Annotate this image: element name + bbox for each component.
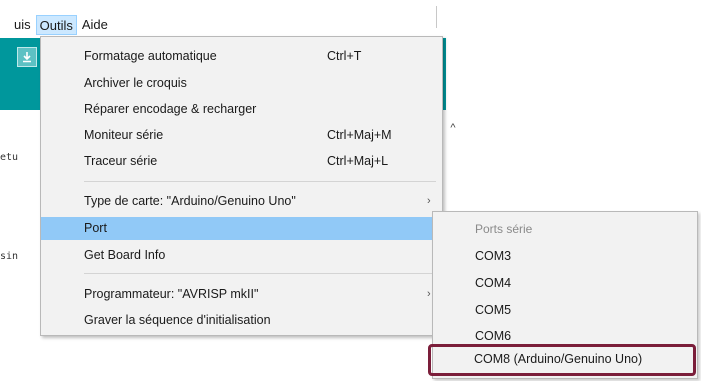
menu-croquis[interactable]: uis [0, 15, 34, 35]
menu-item-serial-monitor[interactable]: Moniteur série Ctrl+Maj+M [41, 124, 442, 147]
menu-item-serial-plotter[interactable]: Traceur série Ctrl+Maj+L [41, 150, 442, 173]
menu-item-fix-encoding[interactable]: Réparer encodage & recharger [41, 98, 442, 121]
submenu-arrow-icon: › [427, 288, 431, 300]
code-fragment-setup: etu [0, 152, 19, 163]
menu-item-label: Graver la séquence d'initialisation [84, 313, 271, 327]
download-icon[interactable] [17, 47, 37, 67]
menu-item-label: Get Board Info [84, 248, 166, 262]
menu-item-programmer[interactable]: Programmateur: "AVRISP mkII" › [41, 283, 442, 306]
menu-item-label: Archiver le croquis [84, 76, 187, 90]
code-fragment-pin: sin [0, 251, 19, 262]
submenu-header: Ports série [475, 222, 533, 236]
window-edge-divider [436, 6, 437, 28]
menu-item-get-board-info[interactable]: Get Board Info [41, 244, 442, 267]
port-item-com8[interactable]: COM8 (Arduino/Genuino Uno) [474, 352, 642, 366]
menu-item-shortcut: Ctrl+T [327, 49, 362, 63]
menu-item-label: Moniteur série [84, 128, 164, 142]
menu-item-shortcut: Ctrl+Maj+M [327, 128, 392, 142]
menu-item-label: Type de carte: "Arduino/Genuino Uno" [84, 194, 296, 208]
menu-item-burn-bootloader[interactable]: Graver la séquence d'initialisation [41, 309, 442, 332]
menu-item-auto-format[interactable]: Formatage automatique Ctrl+T [41, 45, 442, 68]
menu-item-shortcut: Ctrl+Maj+L [327, 154, 389, 168]
menu-item-label: Programmateur: "AVRISP mkII" [84, 287, 259, 301]
menu-bar: uis Outils Aide [0, 14, 440, 36]
menu-outils[interactable]: Outils [35, 15, 77, 35]
port-item-com3[interactable]: COM3 [475, 249, 511, 263]
menu-item-label: Formatage automatique [84, 49, 217, 63]
menu-item-label: Réparer encodage & recharger [84, 102, 257, 116]
menu-aide[interactable]: Aide [79, 15, 111, 35]
menu-item-port[interactable]: Port [41, 217, 442, 240]
menu-item-label: Traceur série [84, 154, 158, 168]
port-item-com6[interactable]: COM6 [475, 329, 511, 343]
scroll-up-icon[interactable]: ^ [446, 122, 460, 138]
port-item-com5[interactable]: COM5 [475, 303, 511, 317]
menu-item-archive-sketch[interactable]: Archiver le croquis [41, 72, 442, 95]
menu-separator [84, 273, 436, 274]
submenu-arrow-icon: › [427, 195, 431, 207]
tools-dropdown-menu: Formatage automatique Ctrl+T Archiver le… [40, 36, 443, 336]
menu-item-board-type[interactable]: Type de carte: "Arduino/Genuino Uno" › [41, 190, 442, 213]
menu-separator [84, 181, 436, 182]
menu-item-label: Port [84, 221, 107, 235]
port-item-com4[interactable]: COM4 [475, 276, 511, 290]
